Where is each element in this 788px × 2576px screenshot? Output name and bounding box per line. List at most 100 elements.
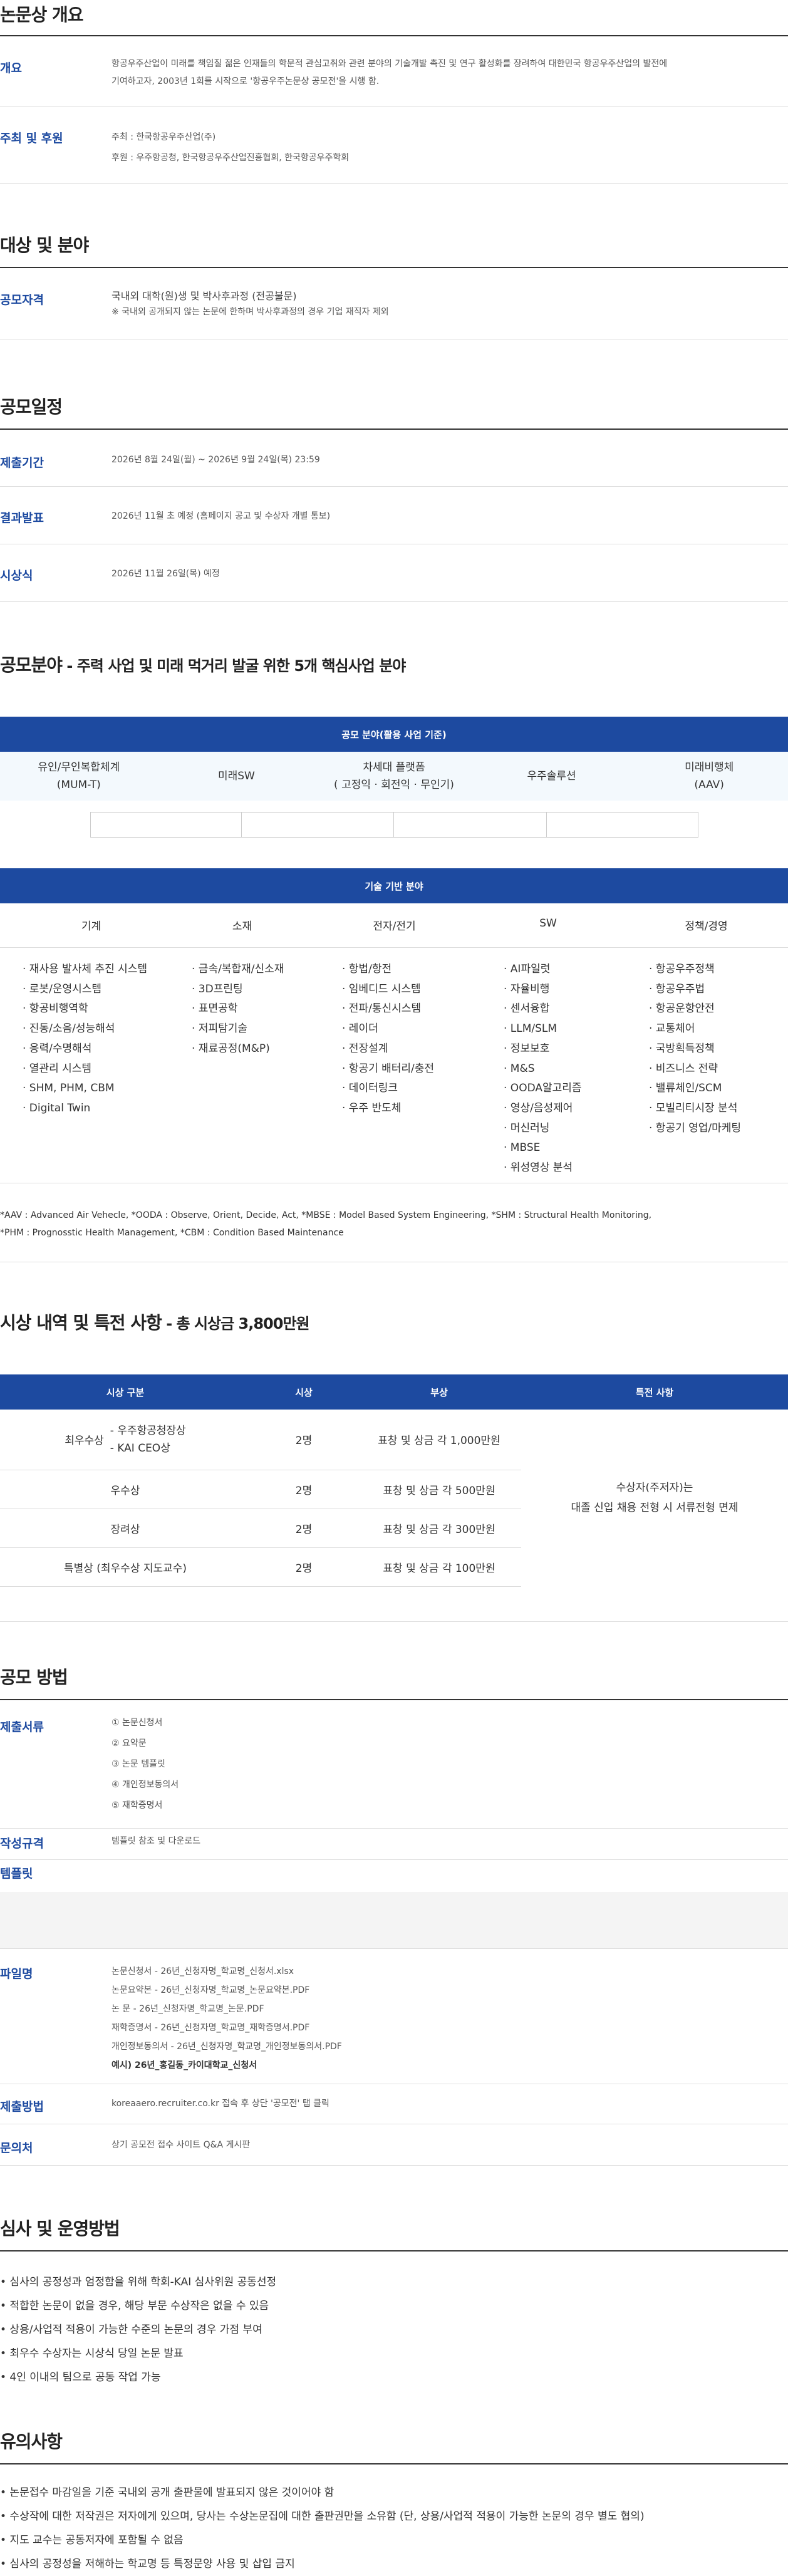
ceremony-text: 2026년 11월 26일(목) 예정 bbox=[111, 569, 220, 579]
docs-label: 제출서류 bbox=[0, 1720, 44, 1734]
divider bbox=[0, 2463, 788, 2464]
list-item: · 3D프린팅 bbox=[192, 982, 243, 995]
benefit-line: 수상자(주저자)는 bbox=[616, 1482, 693, 1494]
section-awards: 시상 내역 및 특전 사항 - 총 시상금 3,800만원 시상 구분 시상 부… bbox=[0, 1309, 788, 1623]
award-benefit: 수상자(주저자)는 대졸 신입 채용 전형 시 서류전형 면제 bbox=[521, 1410, 788, 1586]
template-download-area[interactable] bbox=[0, 1892, 788, 1948]
contact-label: 문의처 bbox=[0, 2141, 33, 2155]
list-item: · 항공운항안전 bbox=[649, 1002, 715, 1015]
award-name-cell: 최우수상 - 우주항공청장상 - KAI CEO상 bbox=[0, 1410, 251, 1470]
list-item: • 심사의 공정성을 저해하는 학교명 등 특정문양 사용 및 삽입 금지 bbox=[0, 2558, 295, 2570]
list-item: 개인정보동의서 - 26년_신청자명_학교명_개인정보동의서.PDF bbox=[111, 2042, 342, 2052]
list-item: · 항공기 배터리/충전 bbox=[342, 1062, 435, 1075]
list-item: • 상용/사업적 적용이 가능한 수준의 논문의 경우 가점 부여 bbox=[0, 2324, 262, 2336]
business-category: 유인/무인복합체계 (MUM-T) bbox=[38, 761, 120, 791]
divider bbox=[0, 1699, 788, 1700]
submit-method-label: 제출방법 bbox=[0, 2100, 44, 2114]
award-prize: 표창 및 상금 각 500만원 bbox=[357, 1470, 521, 1509]
eligibility-note: ※ 국내외 공개되지 않는 논문에 한하며 박사후과정의 경우 기업 재직자 제… bbox=[111, 307, 389, 317]
tech-list-policy: · 항공우주정책 · 항공우주법 · 항공운항안전 · 교통체어 · 국방획득정… bbox=[649, 960, 741, 1138]
divider bbox=[0, 183, 788, 184]
divider bbox=[0, 1948, 788, 1949]
eligibility-label: 공모자격 bbox=[0, 293, 44, 307]
list-item: • 심사의 공정성과 엄정함을 위해 학회-KAI 심사위원 공동선정 bbox=[0, 2276, 277, 2288]
list-item: ⑤ 재학증명서 bbox=[111, 1800, 163, 1810]
fields-title-sub: - 주력 사업 및 미래 먹거리 발굴 위한 5개 핵심사업 분야 bbox=[62, 657, 406, 675]
docs-list: ① 논문신청서 ② 요약문 ③ 논문 템플릿 ④ 개인정보동의서 ⑤ 재학증명서 bbox=[111, 1713, 179, 1816]
footnote-2: *PHM : Prognosstic Health Management, *C… bbox=[0, 1228, 344, 1238]
awards-title-main: 시상 내역 및 특전 사항 bbox=[0, 1312, 162, 1333]
list-item: · 항공우주정책 bbox=[649, 963, 715, 975]
filename-label: 파일명 bbox=[0, 1967, 33, 1981]
filename-list: 논문신청서 - 26년_신청자명_학교명_신청서.xlsx 논문요약본 - 26… bbox=[111, 1962, 342, 2075]
section-method: 공모 방법 제출서류 ① 논문신청서 ② 요약문 ③ 논문 템플릿 ④ 개인정보… bbox=[0, 1664, 788, 2178]
list-item: · 열관리 시스템 bbox=[23, 1062, 92, 1075]
list-item: · 저피탐기술 bbox=[192, 1022, 248, 1036]
list-item: · LLM/SLM bbox=[504, 1022, 557, 1036]
divider bbox=[0, 428, 788, 430]
awards-title: 시상 내역 및 특전 사항 - 총 시상금 3,800만원 bbox=[0, 1309, 310, 1334]
template-label: 템플릿 bbox=[0, 1867, 33, 1881]
list-item: · 머신러닝 bbox=[504, 1121, 550, 1135]
submit-method-text: koreaaero.recruiter.co.kr 접속 후 상단 '공모전' … bbox=[111, 2099, 329, 2109]
list-item: 논문신청서 - 26년_신청자명_학교명_신청서.xlsx bbox=[111, 1966, 294, 1976]
list-item: · 표면공학 bbox=[192, 1002, 238, 1015]
list-item: · 정보보호 bbox=[504, 1042, 550, 1055]
award-name: 최우수상 bbox=[65, 1435, 104, 1448]
list-item: · 국방획득정책 bbox=[649, 1042, 715, 1055]
section-review: 심사 및 운영방법 • 심사의 공정성과 엄정함을 위해 학회-KAI 심사위원… bbox=[0, 2215, 788, 2397]
divider bbox=[0, 267, 788, 268]
tech-column-head: 전자/전기 bbox=[373, 920, 416, 933]
divider bbox=[0, 486, 788, 487]
award-count: 2명 bbox=[251, 1470, 357, 1509]
list-item: · 센서융합 bbox=[504, 1002, 550, 1015]
list-item: · 교통체어 bbox=[649, 1022, 695, 1036]
list-item: · 응력/수명해석 bbox=[23, 1042, 92, 1055]
list-item: ④ 개인정보동의서 bbox=[111, 1780, 179, 1790]
divider bbox=[0, 947, 788, 948]
list-item: 논 문 - 26년_신청자명_학교명_논문.PDF bbox=[111, 2004, 264, 2014]
connector-line bbox=[546, 812, 547, 838]
filename-example: 예시) 26년_홍길동_카이대학교_신청서 bbox=[111, 2060, 257, 2070]
business-category: 차세대 플랫폼 ( 고정익 · 회전익 · 무인기) bbox=[334, 761, 454, 791]
contact-text: 상기 공모전 접수 사이트 Q&A 게시판 bbox=[111, 2140, 251, 2150]
business-bar: 공모 분야(활용 사업 기준) bbox=[0, 717, 788, 752]
list-item: · 진동/소음/성능해석 bbox=[23, 1022, 115, 1036]
awards-title-sub: - 총 시상금 3,800만원 bbox=[161, 1315, 309, 1332]
divider bbox=[0, 1621, 788, 1622]
list-item: · 전파/통신시스템 bbox=[342, 1002, 422, 1015]
host-text: 주최 : 한국항공우주산업(주) bbox=[111, 132, 216, 142]
result-label: 결과발표 bbox=[0, 511, 44, 525]
list-item: · 임베디드 시스템 bbox=[342, 982, 421, 995]
tech-list-material: · 금속/복합재/신소재 · 3D프린팅 · 표면공학 · 저피탐기술 · 재료… bbox=[192, 960, 284, 1059]
tech-column-head: 정책/경영 bbox=[685, 920, 728, 933]
list-item: · M&S bbox=[504, 1062, 535, 1075]
tech-bar: 기술 기반 분야 bbox=[0, 868, 788, 903]
schedule-title: 공모일정 bbox=[0, 397, 63, 417]
list-item: 재학증명서 - 26년_신청자명_학교명_재학증명서.PDF bbox=[111, 2023, 310, 2033]
review-title: 심사 및 운영방법 bbox=[0, 2218, 120, 2239]
divider bbox=[0, 601, 788, 602]
list-item: · 로봇/운영시스템 bbox=[23, 982, 102, 995]
award-count: 2명 bbox=[251, 1547, 357, 1587]
connector-line bbox=[90, 812, 91, 838]
section-schedule: 공모일정 제출기간 2026년 8월 24일(월) ~ 2026년 9월 24일… bbox=[0, 393, 788, 631]
list-item: · 항법/항전 bbox=[342, 963, 392, 975]
list-item: · 항공비행역학 bbox=[23, 1002, 88, 1015]
overview-title: 논문상 개요 bbox=[0, 4, 84, 25]
target-title: 대상 및 분야 bbox=[0, 235, 89, 256]
tech-column-head: 기계 bbox=[81, 920, 101, 933]
list-item: · 재사용 발사체 추진 시스템 bbox=[23, 963, 148, 975]
award-name: 우수상 bbox=[0, 1470, 251, 1509]
list-item: · 데이터링크 bbox=[342, 1082, 398, 1095]
awards-table-wrap: 시상 구분 시상 부상 특전 사항 최우수상 - 우주항공청장상 - KAI C… bbox=[0, 1374, 788, 1625]
awards-header-row: 시상 구분 시상 부상 특전 사항 bbox=[0, 1374, 788, 1410]
footnote-1: *AAV : Advanced Air Vehecle, *OODA : Obs… bbox=[0, 1210, 652, 1220]
table-row: 최우수상 - 우주항공청장상 - KAI CEO상 2명 표창 및 상금 각 1… bbox=[0, 1410, 788, 1514]
list-item: 논문요약본 - 26년_신청자명_학교명_논문요약본.PDF bbox=[111, 1985, 310, 1995]
divider bbox=[0, 1828, 788, 1829]
award-sub: - KAI CEO상 bbox=[110, 1441, 170, 1455]
list-item: • 지도 교수는 공동저자에 포함될 수 없음 bbox=[0, 2534, 184, 2547]
list-item: • 4인 이내의 팀으로 공동 작업 가능 bbox=[0, 2371, 161, 2384]
award-prize: 표창 및 상금 각 100만원 bbox=[357, 1547, 521, 1587]
